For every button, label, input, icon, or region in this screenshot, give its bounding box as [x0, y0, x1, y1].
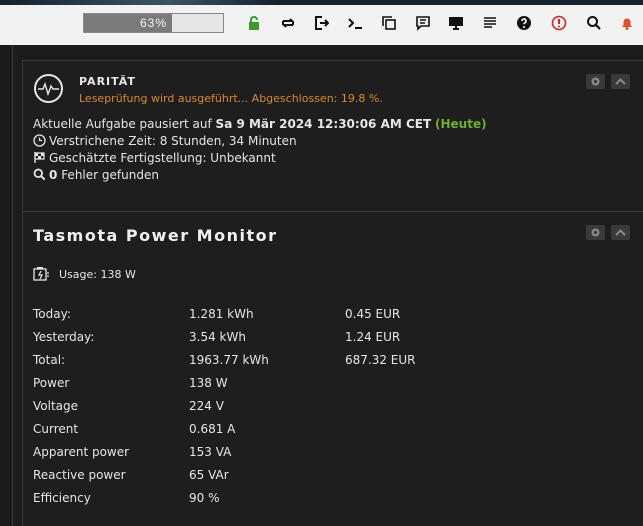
metric-row: Efficiency 90 % — [33, 491, 633, 511]
gear-icon — [591, 77, 600, 86]
parity-status: Leseprüfung wird ausgeführt... Abgeschlo… — [79, 92, 383, 105]
paused-today: (Heute) — [435, 117, 487, 131]
metric-row: Power 138 W — [33, 376, 633, 396]
metric-value: 90 % — [189, 491, 220, 505]
paused-prefix: Aktuelle Aufgabe pausiert auf — [33, 117, 216, 131]
parity-collapse-button[interactable] — [611, 74, 630, 89]
metric-label: Reactive power — [33, 468, 126, 482]
tasmota-title: Tasmota Power Monitor — [33, 226, 278, 245]
search-icon — [33, 168, 46, 181]
parity-settings-button[interactable] — [586, 74, 605, 89]
metric-label: Total: — [33, 353, 66, 367]
metric-label: Power — [33, 376, 70, 390]
metric-row: Current 0.681 A — [33, 422, 633, 442]
flag-icon — [33, 151, 46, 164]
metric-row: Voltage 224 V — [33, 399, 633, 419]
parity-title: PARITÄT — [79, 75, 136, 88]
metric-label: Voltage — [33, 399, 79, 413]
copy-icon[interactable] — [381, 15, 397, 31]
metric-value: 224 V — [189, 399, 224, 413]
metric-value: 153 VA — [189, 445, 232, 459]
errors-label: Fehler gefunden — [61, 168, 159, 182]
chat-icon[interactable] — [415, 15, 431, 31]
usage-text: Usage: 138 W — [59, 268, 136, 281]
chevron-up-icon — [615, 78, 626, 85]
eta-text: Geschätzte Fertigstellung: Unbekannt — [49, 151, 276, 165]
errors-line: 0 Fehler gefunden — [33, 168, 159, 182]
metric-row: Apparent power 153 VA — [33, 445, 633, 465]
metric-cost: 0.45 EUR — [345, 307, 401, 321]
errors-count: 0 — [49, 168, 58, 182]
lock-icon[interactable] — [246, 15, 262, 31]
left-strip — [0, 45, 13, 526]
tasmota-panel: Tasmota Power Monitor Usage: 138 W Today… — [22, 211, 643, 526]
usage-line: Usage: 138 W — [33, 266, 136, 282]
chevron-up-icon — [615, 229, 626, 236]
repeat-icon[interactable] — [280, 15, 296, 31]
metric-value: 1963.77 kWh — [189, 353, 269, 367]
terminal-icon[interactable] — [347, 15, 363, 31]
metric-cost: 687.32 EUR — [345, 353, 416, 367]
alert-icon[interactable] — [551, 15, 567, 31]
paused-date: Sa 9 Mär 2024 12:30:06 AM CET — [215, 117, 432, 131]
tasmota-settings-button[interactable] — [586, 225, 605, 240]
metric-label: Current — [33, 422, 79, 436]
search-icon[interactable] — [586, 15, 602, 31]
metric-cost: 1.24 EUR — [345, 330, 401, 344]
metric-row: Reactive power 65 VAr — [33, 468, 633, 488]
metric-label: Apparent power — [33, 445, 130, 459]
metric-value: 65 VAr — [189, 468, 229, 482]
metric-row: Yesterday: 3.54 kWh 1.24 EUR — [33, 330, 633, 350]
gear-icon — [591, 228, 600, 237]
cpu-usage-label: 63% — [139, 16, 168, 30]
help-icon[interactable] — [516, 15, 532, 31]
metric-value: 1.281 kWh — [189, 307, 254, 321]
metric-value: 138 W — [189, 376, 228, 390]
metric-row: Total: 1963.77 kWh 687.32 EUR — [33, 353, 633, 373]
log-icon[interactable] — [482, 15, 498, 31]
metric-label: Efficiency — [33, 491, 91, 505]
metric-value: 3.54 kWh — [189, 330, 246, 344]
top-toolbar: 63% — [0, 5, 643, 45]
clock-icon — [33, 134, 46, 147]
tasmota-collapse-button[interactable] — [611, 225, 630, 240]
metric-row: Today: 1.281 kWh 0.45 EUR — [33, 307, 633, 327]
elapsed-line: Verstrichene Zeit: 8 Stunden, 34 Minuten — [33, 134, 297, 148]
eta-line: Geschätzte Fertigstellung: Unbekannt — [33, 151, 276, 165]
paused-line: Aktuelle Aufgabe pausiert auf Sa 9 Mär 2… — [33, 117, 487, 131]
metric-label: Yesterday: — [33, 330, 95, 344]
cpu-usage-bar: 63% — [83, 13, 224, 33]
elapsed-text: Verstrichene Zeit: 8 Stunden, 34 Minuten — [49, 134, 297, 148]
metric-value: 0.681 A — [189, 422, 236, 436]
parity-panel: PARITÄT Leseprüfung wird ausgeführt... A… — [22, 60, 643, 210]
bell-icon[interactable] — [619, 15, 635, 31]
monitor-icon[interactable] — [448, 15, 464, 31]
logout-icon[interactable] — [313, 15, 329, 31]
metric-label: Today: — [33, 307, 71, 321]
pulse-icon — [34, 74, 63, 103]
battery-charging-icon — [33, 266, 50, 282]
